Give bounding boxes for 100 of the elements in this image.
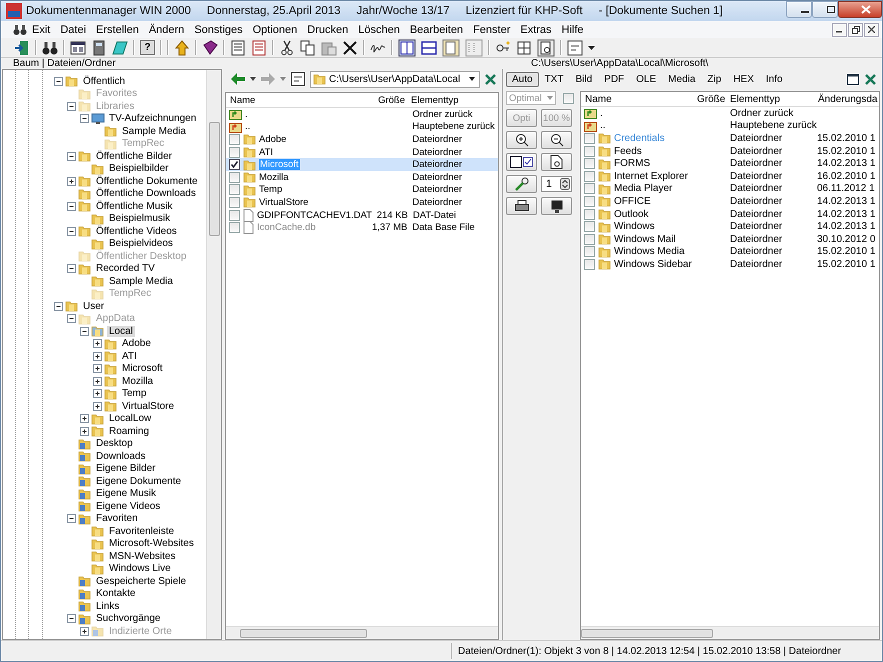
file-row[interactable]: . Ordner zurück [226, 108, 498, 121]
back-arrow-icon[interactable] [231, 73, 245, 85]
menu-item[interactable]: Hilfe [556, 24, 589, 36]
view-tab[interactable]: Bild [569, 72, 598, 87]
tree-item[interactable]: Öffentliche Bilder [94, 150, 174, 162]
file-row[interactable]: Internet Explorer Dateiordner 16.02.2010 1 [581, 170, 879, 183]
view-tab[interactable]: TXT [538, 72, 570, 87]
page-icon[interactable] [442, 38, 460, 56]
tree-item[interactable]: Öffentliche Dokumente [94, 176, 200, 187]
checkbox[interactable] [229, 184, 240, 196]
column-header[interactable]: Name [226, 94, 372, 106]
exit-door-icon[interactable] [14, 40, 30, 56]
preview-icon[interactable] [537, 38, 555, 56]
page-icon[interactable] [465, 38, 483, 56]
menu-item[interactable]: Exit [27, 24, 56, 36]
tree-item[interactable]: Gespeicherte Spiele [94, 576, 188, 587]
tree-item[interactable]: Suchvorgänge [94, 613, 162, 624]
collapse-toggle[interactable] [54, 76, 62, 86]
checkbox[interactable] [584, 132, 595, 144]
file-row[interactable]: Media Player Dateiordner 06.11.2012 1 [581, 182, 879, 196]
minimize-button[interactable] [832, 22, 847, 36]
copy-icon[interactable] [300, 40, 316, 56]
tree-item[interactable]: Sample Media [120, 126, 188, 137]
tree-item[interactable]: Eigene Musik [94, 488, 158, 500]
tree-item[interactable]: Mozilla [120, 376, 156, 387]
checkbox[interactable] [229, 210, 240, 221]
tree-item[interactable]: Öffentliche Videos [94, 226, 179, 237]
file-row[interactable]: Outlook Dateiordner 14.02.2013 1 [581, 208, 879, 220]
binoculars-icon[interactable] [13, 24, 27, 36]
file-row[interactable]: Mozilla Dateiordner [226, 170, 498, 184]
file-row[interactable]: GDIPFONTCACHEV1.DAT 214 KB DAT-Datei [226, 208, 498, 222]
tree-item[interactable]: Beispielbilder [107, 163, 170, 174]
tree-item[interactable]: Roaming [107, 426, 152, 437]
column-header[interactable]: Elementtyp [408, 94, 494, 106]
column-header[interactable]: Name [581, 94, 693, 104]
tree-item[interactable]: Sample Media [107, 276, 175, 287]
select-all-button[interactable] [506, 153, 537, 171]
tree-item[interactable]: Favoritenleiste [107, 526, 176, 537]
collapse-toggle[interactable] [54, 302, 62, 311]
collapse-toggle[interactable] [66, 264, 76, 274]
file-row[interactable]: IconCache.db 1,37 MB Data Base File [226, 221, 498, 234]
menu-item[interactable]: Optionen [248, 24, 302, 36]
expand-toggle[interactable] [80, 426, 88, 436]
collapse-toggle[interactable] [80, 326, 88, 336]
collapse-toggle[interactable] [66, 152, 76, 161]
spinner-arrows-icon[interactable] [560, 178, 570, 190]
window-icon[interactable] [70, 40, 86, 56]
file-row[interactable]: Feeds Dateiordner 15.02.2010 1 [581, 144, 879, 158]
expand-toggle[interactable] [92, 389, 102, 398]
collapse-toggle[interactable] [66, 102, 76, 111]
checkbox[interactable] [584, 258, 595, 270]
tree-item[interactable]: Desktop [94, 438, 135, 450]
view-tab[interactable]: HEX [727, 72, 760, 87]
file-row[interactable]: . Ordner zurück [581, 107, 879, 120]
help-button[interactable]: ? [140, 40, 155, 55]
menu-item[interactable]: Datei [55, 24, 92, 36]
menu-item[interactable]: Erstellen [91, 24, 144, 36]
tree-item[interactable]: Microsoft [120, 363, 165, 374]
checkbox[interactable] [584, 196, 595, 207]
tree-item[interactable]: Kontakte [94, 588, 138, 600]
checkbox[interactable] [229, 222, 240, 234]
menu-item[interactable]: Bearbeiten [404, 24, 468, 36]
file-row[interactable]: .. Hauptebene zurück [226, 120, 498, 134]
columns-icon[interactable] [398, 38, 416, 56]
close-icon[interactable] [485, 74, 496, 84]
tree-item[interactable]: User [81, 300, 106, 312]
collapse-toggle[interactable] [66, 226, 76, 236]
column-header[interactable]: Größe [693, 94, 727, 104]
checkbox[interactable] [563, 92, 574, 104]
file-row[interactable]: Windows Media Dateiordner 15.02.2010 1 [581, 246, 879, 258]
file-row[interactable]: Temp Dateiordner [226, 184, 498, 196]
checkbox[interactable] [229, 146, 240, 158]
column-header[interactable]: Elementtyp [727, 94, 814, 104]
menu-item[interactable]: Drucken [302, 24, 354, 36]
caret-icon[interactable] [250, 77, 256, 81]
checkbox[interactable] [229, 196, 240, 208]
menu-item[interactable]: Extras [515, 24, 557, 36]
file-row[interactable]: Windows Dateiordner 14.02.2013 1 [581, 220, 879, 233]
file-row[interactable]: Windows Sidebar Dateiordner 15.02.2010 1 [581, 258, 879, 271]
tree-item[interactable]: Temp [120, 388, 148, 400]
tree-item[interactable]: Eigene Videos [94, 500, 162, 512]
view-tab[interactable]: Info [760, 72, 789, 87]
view-tab[interactable]: Zip [701, 72, 728, 87]
path-field[interactable]: C:\Users\User\AppData\Local [310, 70, 480, 88]
paste-icon[interactable] [321, 40, 337, 56]
binoculars-icon[interactable] [42, 40, 58, 56]
page-preview-button[interactable] [541, 153, 572, 171]
tree-item[interactable]: Öffentlich [81, 76, 128, 87]
maximize-button[interactable] [812, 1, 838, 18]
checkbox[interactable] [584, 208, 595, 220]
caret-icon[interactable] [469, 77, 475, 81]
close-icon[interactable] [865, 74, 876, 85]
zoom-in-button[interactable] [506, 131, 537, 149]
grid-icon[interactable] [516, 40, 532, 56]
scissors-icon[interactable] [279, 40, 295, 56]
file-row[interactable]: Microsoft Dateiordner [226, 158, 498, 171]
tree-item[interactable]: Downloads [94, 450, 148, 462]
menu-item[interactable]: Löschen [353, 24, 405, 36]
file-row[interactable]: OFFICE Dateiordner 14.02.2013 1 [581, 195, 879, 208]
options-icon[interactable] [291, 72, 305, 86]
